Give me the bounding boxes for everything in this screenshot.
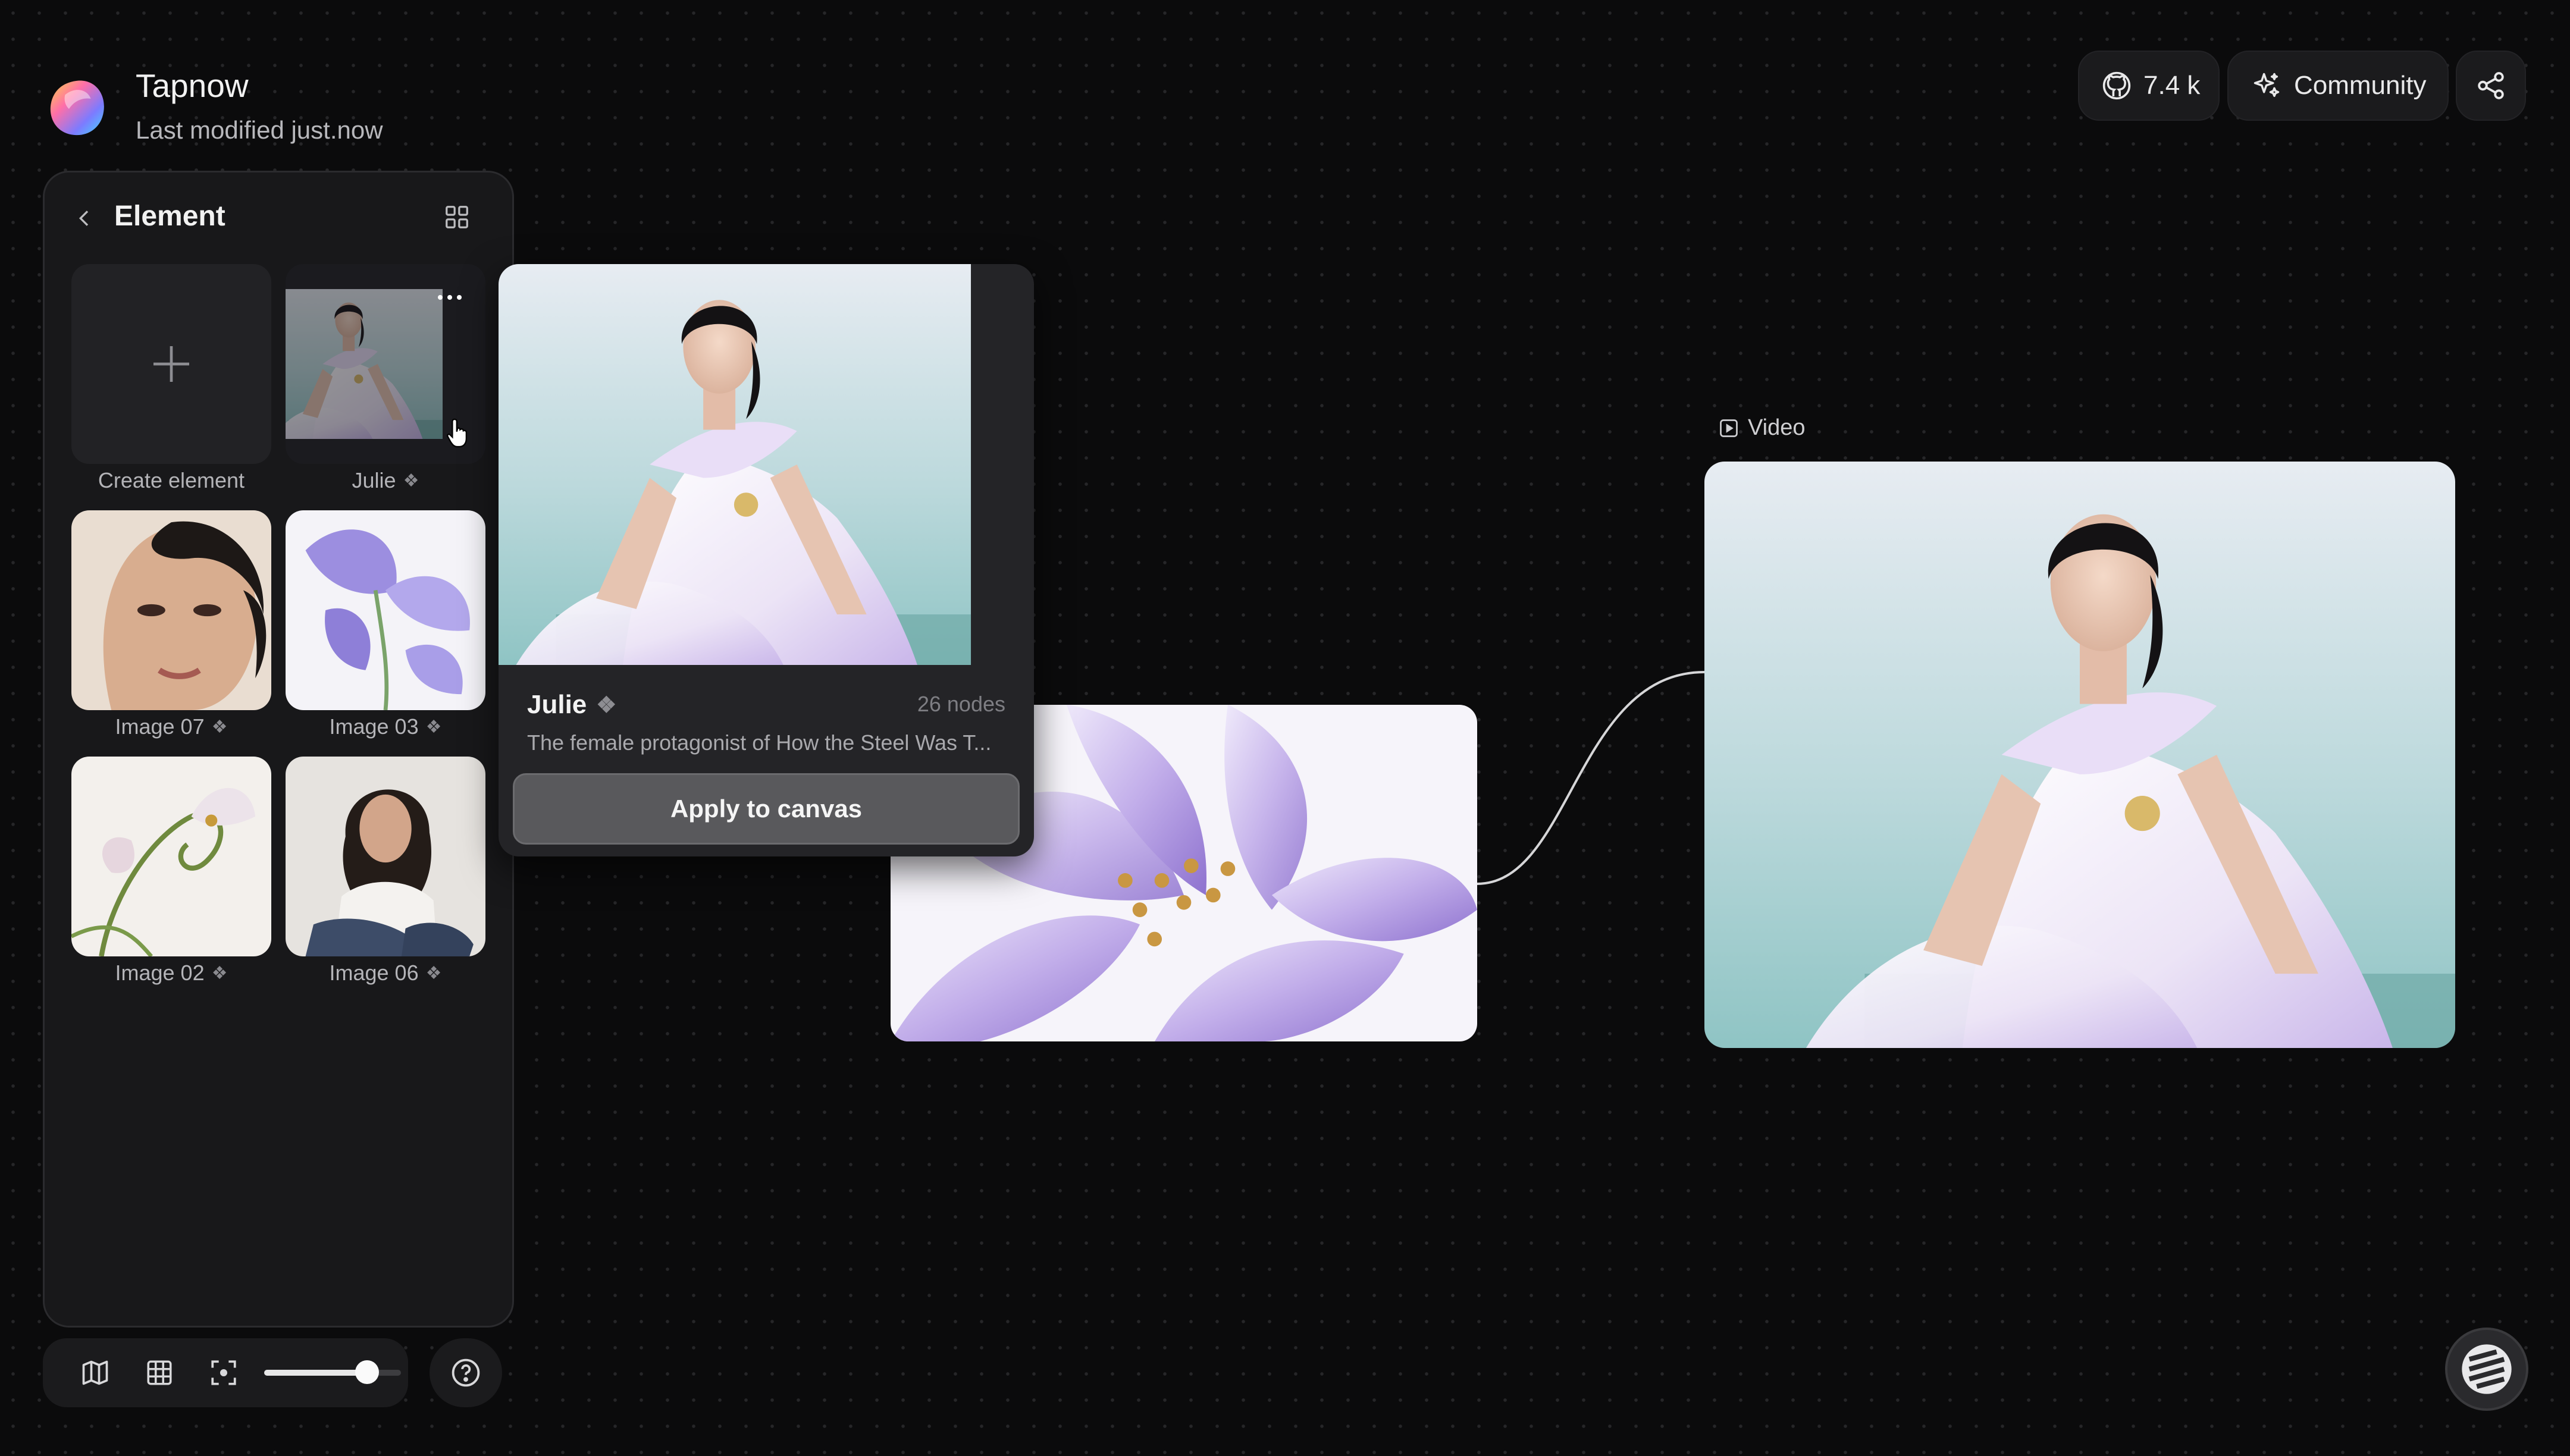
grid-view-icon[interactable] xyxy=(443,203,471,231)
julie-preview-image xyxy=(499,264,1034,665)
image-06-thumbnail xyxy=(286,757,485,956)
element-tile-image-02[interactable] xyxy=(71,757,271,956)
image-07-thumbnail xyxy=(71,510,271,710)
fit-screen-icon xyxy=(209,1358,239,1388)
tile-label-image-07: Image 07 ❖ xyxy=(115,714,228,739)
component-icon: ❖ xyxy=(425,963,442,983)
component-icon: ❖ xyxy=(403,470,419,491)
zoom-slider-handle[interactable] xyxy=(355,1360,379,1384)
cursor-hand-icon xyxy=(445,416,472,450)
tile-label-image-02: Image 02 ❖ xyxy=(115,961,228,985)
canvas-toolbar xyxy=(43,1338,408,1407)
tile-label-julie: Julie ❖ xyxy=(352,468,419,492)
popover-node-count: 26 nodes xyxy=(917,692,1005,716)
tile-label-image-03: Image 03 ❖ xyxy=(329,714,442,739)
create-element-tile[interactable] xyxy=(71,264,271,464)
more-dots-icon[interactable] xyxy=(435,291,464,303)
element-tile-image-06[interactable] xyxy=(286,757,485,956)
element-tile-image-07[interactable] xyxy=(71,510,271,710)
last-modified-text: Last modified just.now xyxy=(136,116,383,144)
grid-icon xyxy=(145,1358,174,1388)
plus-icon xyxy=(148,340,195,388)
element-tile-image-03[interactable] xyxy=(286,510,485,710)
brand-badge-icon[interactable] xyxy=(2445,1328,2528,1411)
video-icon xyxy=(1718,418,1740,439)
video-node-label: Video xyxy=(1718,415,1806,441)
community-button[interactable]: Community xyxy=(2227,51,2449,121)
chevron-left-icon[interactable] xyxy=(73,206,96,230)
community-label: Community xyxy=(2294,71,2427,100)
sparkle-icon xyxy=(2251,70,2282,101)
grid-toggle-button[interactable] xyxy=(127,1343,192,1402)
component-icon: ❖ xyxy=(425,717,442,737)
image-02-thumbnail xyxy=(71,757,271,956)
github-icon xyxy=(2101,70,2133,102)
app-logo-icon xyxy=(46,76,110,140)
component-icon: ❖ xyxy=(211,717,228,737)
component-icon: ❖ xyxy=(596,692,617,718)
share-button[interactable] xyxy=(2456,51,2526,121)
github-stars-button[interactable]: 7.4 k xyxy=(2078,51,2220,121)
image-03-thumbnail xyxy=(286,510,485,710)
popover-description: The female protagonist of How the Steel … xyxy=(527,730,992,755)
map-icon xyxy=(80,1357,111,1388)
zoom-slider-fill xyxy=(264,1370,367,1376)
tile-label-image-06: Image 06 ❖ xyxy=(329,961,442,985)
stars-count: 7.4 k xyxy=(2143,71,2201,100)
help-button[interactable] xyxy=(430,1338,502,1407)
share-icon xyxy=(2475,70,2507,102)
map-button[interactable] xyxy=(63,1343,127,1402)
app-name: Tapnow xyxy=(136,67,249,104)
panel-title: Element xyxy=(114,200,225,232)
tile-label-create: Create element xyxy=(98,468,245,492)
component-icon: ❖ xyxy=(211,963,228,983)
popover-title: Julie ❖ xyxy=(527,690,617,719)
video-node[interactable] xyxy=(1704,462,2455,1048)
apply-to-canvas-button[interactable]: Apply to canvas xyxy=(513,773,1020,845)
element-preview-popover xyxy=(499,264,1034,856)
fit-screen-button[interactable] xyxy=(192,1343,256,1402)
zoom-slider[interactable] xyxy=(264,1360,401,1384)
video-frame-image xyxy=(1704,462,2455,1048)
help-icon xyxy=(450,1357,482,1389)
